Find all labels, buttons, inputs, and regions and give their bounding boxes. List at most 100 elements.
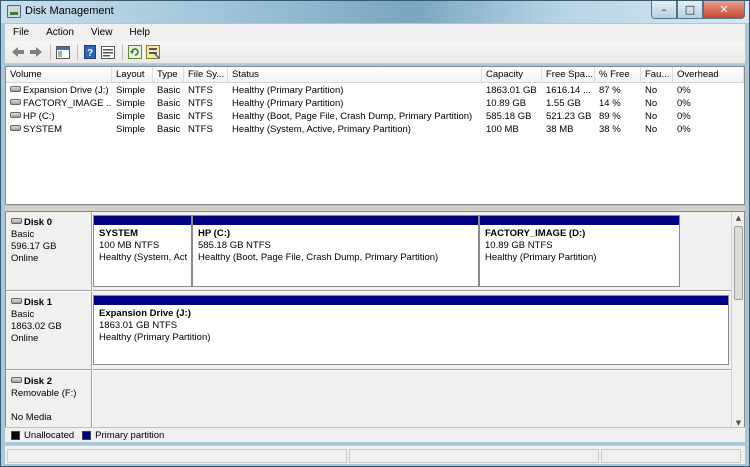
column-header-capacity[interactable]: Capacity [482,67,542,83]
layout-cell: Simple [116,98,146,109]
percent-free-cell: 38 % [599,124,621,135]
column-header-overhead[interactable]: Overhead [673,67,744,83]
scrollbar-thumb[interactable] [734,226,743,300]
file-system-cell: NTFS [188,98,213,109]
column-header-layout[interactable]: Layout [112,67,153,83]
disk-name: Disk 2 [24,376,52,387]
scroll-up-icon[interactable]: ▲ [732,212,744,224]
percent-free-cell: 89 % [599,111,621,122]
overhead-cell: 0% [677,85,691,96]
capacity-cell: 100 MB [486,124,519,135]
status-cell: Healthy (Primary Partition) [232,85,344,96]
partition-block[interactable]: Expansion Drive (J:) 1863.01 GB NTFS Hea… [93,295,729,365]
volume-row[interactable]: SYSTEM Simple Basic NTFS Healthy (System… [6,123,744,136]
menu-view[interactable]: View [83,27,122,38]
disk-partitions-area: Expansion Drive (J:) 1863.01 GB NTFS Hea… [93,292,732,370]
partition-name: Expansion Drive (J:) [99,308,191,319]
disk-name: Disk 1 [24,297,52,308]
partition-block[interactable]: SYSTEM 100 MB NTFS Healthy (System, Act [93,215,192,287]
disk-partitions-area [93,371,732,429]
type-cell: Basic [157,98,181,109]
column-header-type[interactable]: Type [153,67,184,83]
disk-state: Online [11,253,39,264]
properties-icon[interactable] [100,44,116,60]
free-space-cell: 1616.14 ... [546,85,591,96]
column-header-percent-free[interactable]: % Free [595,67,641,83]
overhead-cell: 0% [677,98,691,109]
legend: Unallocated Primary partition [5,427,745,442]
primary-partition-stripe [193,216,478,225]
file-system-cell: NTFS [188,85,213,96]
type-cell: Basic [157,111,181,122]
volume-name: SYSTEM [23,124,63,135]
volume-name-cell: SYSTEM [6,123,112,136]
menu-help[interactable]: Help [121,27,159,38]
file-system-cell: NTFS [188,124,213,135]
drive-icon [10,112,21,119]
status-cell: Healthy (Boot, Page File, Crash Dump, Pr… [232,111,473,122]
svg-text:?: ? [87,48,93,59]
drive-icon [10,99,21,106]
forward-arrow-icon[interactable] [28,44,44,60]
disk-row[interactable]: Disk 2 Removable (F:) No Media [6,371,732,429]
volume-name-cell: Expansion Drive (J:) [6,84,112,97]
partition-block[interactable]: HP (C:) 585.18 GB NTFS Healthy (Boot, Pa… [192,215,479,287]
refresh-icon[interactable] [127,44,143,60]
partition-name: FACTORY_IMAGE (D:) [485,228,586,239]
volume-list[interactable]: Volume Layout Type File Sy... Status Cap… [5,66,745,205]
primary-partition-swatch [82,430,92,440]
back-arrow-icon[interactable] [10,44,26,60]
drive-icon [10,125,21,132]
layout-cell: Simple [116,111,146,122]
help-icon[interactable]: ? [82,44,98,60]
overhead-cell: 0% [677,111,691,122]
column-header-fault-tolerance[interactable]: Fau... [641,67,673,83]
volume-row[interactable]: HP (C:) Simple Basic NTFS Healthy (Boot,… [6,110,744,123]
column-header-status[interactable]: Status [228,67,482,83]
partition-status: Healthy (Primary Partition) [485,252,597,263]
rescan-disks-icon[interactable] [145,44,161,60]
disk-icon [11,218,22,225]
disk-label[interactable]: Disk 0 Basic 596.17 GB Online [6,212,92,291]
disk-state: No Media [11,412,52,423]
free-space-cell: 1.55 GB [546,98,581,109]
disk-icon [11,298,22,305]
column-header-file-system[interactable]: File Sy... [184,67,228,83]
show-pane-icon[interactable] [55,44,71,60]
partition-status: Healthy (Boot, Page File, Crash Dump, Pr… [198,252,439,263]
title-bar[interactable]: Disk Management – □ ✕ [1,1,749,23]
disk-row[interactable]: Disk 0 Basic 596.17 GB Online SYSTEM 100… [6,212,732,291]
fault-tolerance-cell: No [645,111,658,122]
volume-row[interactable]: Expansion Drive (J:) Simple Basic NTFS H… [6,84,744,97]
disk-label[interactable]: Disk 2 Removable (F:) No Media [6,371,92,429]
capacity-cell: 1863.01 GB [486,85,537,96]
column-header-volume[interactable]: Volume [6,67,112,83]
status-bar [5,445,745,464]
minimize-button[interactable]: – [651,1,677,19]
menu-file[interactable]: File [5,27,38,38]
disk-row[interactable]: Disk 1 Basic 1863.02 GB Online Expansion… [6,292,732,370]
removable-disk-icon [11,377,22,384]
disk-partitions-area: SYSTEM 100 MB NTFS Healthy (System, Act … [93,212,732,291]
vertical-scrollbar[interactable]: ▲ ▼ [731,212,744,429]
volume-name: HP (C:) [23,111,55,122]
layout-cell: Simple [116,124,146,135]
layout-cell: Simple [116,85,146,96]
column-header-free-space[interactable]: Free Spa... [542,67,595,83]
status-segment [7,449,347,463]
close-button[interactable]: ✕ [703,1,745,19]
volume-row[interactable]: FACTORY_IMAGE ... Simple Basic NTFS Heal… [6,97,744,110]
volume-name-cell: HP (C:) [6,110,112,123]
menu-action[interactable]: Action [38,27,83,38]
partition-block[interactable]: FACTORY_IMAGE (D:) 10.89 GB NTFS Healthy… [479,215,680,287]
disk-size: 1863.02 GB [11,321,62,332]
free-space-cell: 38 MB [546,124,574,135]
partition-status: Healthy (Primary Partition) [99,332,211,343]
partition-size: 10.89 GB NTFS [485,240,553,251]
disk-label[interactable]: Disk 1 Basic 1863.02 GB Online [6,292,92,370]
disk-graphical-view: Disk 0 Basic 596.17 GB Online SYSTEM 100… [5,211,745,430]
maximize-button[interactable]: □ [677,1,703,19]
partition-status: Healthy (System, Act [99,252,188,263]
capacity-cell: 585.18 GB [486,111,532,122]
status-segment [349,449,599,463]
